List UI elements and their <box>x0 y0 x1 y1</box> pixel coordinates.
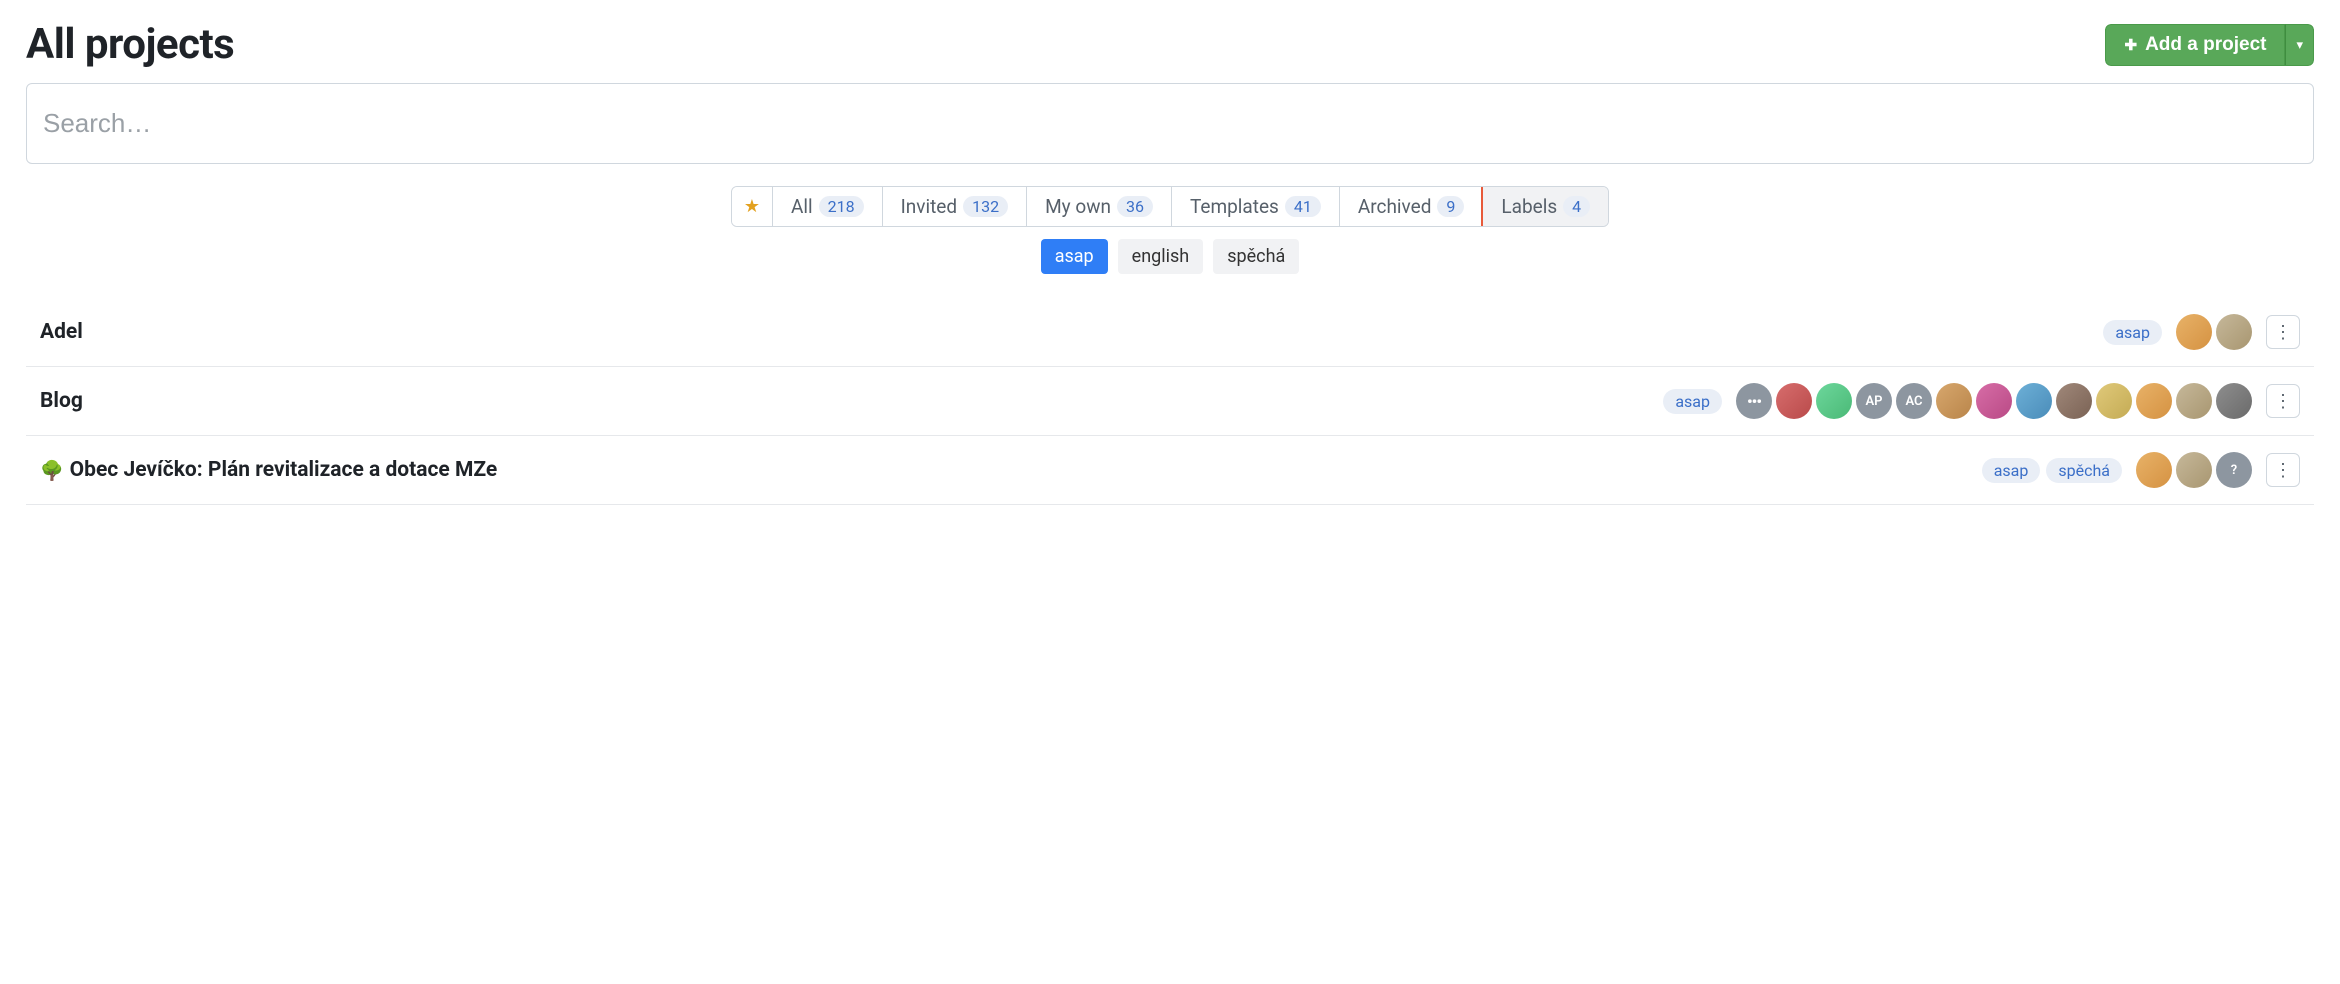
add-project-button[interactable]: Add a project <box>2105 24 2285 66</box>
label-pill-asap[interactable]: asap <box>1041 239 1108 274</box>
avatar[interactable] <box>2096 383 2132 419</box>
plus-icon <box>2124 34 2137 56</box>
avatars: ? <box>2136 452 2252 488</box>
avatars: ••• APAC <box>1736 383 2252 419</box>
project-menu-button[interactable]: ⋮ <box>2266 384 2300 418</box>
filter-tab-label: All <box>791 195 813 218</box>
filter-tab-archived[interactable]: Archived9 <box>1340 187 1484 226</box>
filter-tab-count: 36 <box>1117 196 1153 217</box>
avatar[interactable] <box>2176 383 2212 419</box>
filter-row: ★ All 218 Invited132 My own 36 Templates 41 Arch… <box>26 186 2314 227</box>
filter-tab-labels[interactable]: Labels 4 <box>1483 187 1608 226</box>
filter-tab-label: Templates <box>1190 195 1279 218</box>
filter-tab-count: 218 <box>819 196 864 217</box>
add-project-dropdown[interactable] <box>2285 24 2314 66</box>
filter-tab-label: Archived <box>1358 195 1432 218</box>
add-project-label: Add a project <box>2145 34 2266 56</box>
project-list: Adel asap ⋮ Blog asap ••• APAC ⋮ 🌳 Obec Jevíčko: … <box>26 298 2314 505</box>
project-label[interactable]: asap <box>1663 389 1722 414</box>
project-label[interactable]: asap <box>1982 458 2041 483</box>
search-container <box>26 83 2314 164</box>
filter-tab-all[interactable]: All 218 <box>773 187 883 226</box>
avatar[interactable] <box>2176 452 2212 488</box>
project-row[interactable]: 🌳 Obec Jevíčko: Plán revitalizace a dotac… <box>26 436 2314 505</box>
project-name-text: Adel <box>40 320 83 344</box>
project-right: asapspěchá? ⋮ <box>1982 452 2300 488</box>
label-pill-english[interactable]: english <box>1118 239 1204 274</box>
avatar[interactable] <box>1936 383 1972 419</box>
project-right: asap ⋮ <box>2103 314 2300 350</box>
filter-tab-count: 9 <box>1437 196 1464 217</box>
filter-tab-star[interactable]: ★ <box>732 187 773 226</box>
avatar[interactable]: AC <box>1896 383 1932 419</box>
filter-tabs: ★ All 218 Invited132 My own 36 Templates 41 Arch… <box>731 186 1609 227</box>
add-project-group: Add a project <box>2105 24 2314 66</box>
filter-tab-count: 132 <box>963 196 1008 217</box>
project-label[interactable]: asap <box>2103 320 2162 345</box>
filter-tab-templates[interactable]: Templates 41 <box>1172 187 1340 226</box>
filter-tab-count: 4 <box>1563 196 1590 217</box>
avatar[interactable] <box>1976 383 2012 419</box>
avatar[interactable] <box>1816 383 1852 419</box>
filter-tab-label: My own <box>1045 195 1111 218</box>
star-icon: ★ <box>744 196 760 217</box>
search-input[interactable] <box>27 84 2313 163</box>
filter-tab-label: Labels <box>1501 195 1557 218</box>
avatar[interactable] <box>2216 383 2252 419</box>
project-right: asap ••• APAC ⋮ <box>1663 383 2300 419</box>
project-menu-button[interactable]: ⋮ <box>2266 453 2300 487</box>
label-pills-row: asap english spěchá <box>26 239 2314 274</box>
page-title: All projects <box>26 20 234 69</box>
filter-tab-label: Invited <box>901 195 958 218</box>
avatar[interactable] <box>2136 383 2172 419</box>
avatars <box>2176 314 2252 350</box>
filter-tab-count: 41 <box>1285 196 1321 217</box>
avatar[interactable] <box>2016 383 2052 419</box>
avatar[interactable] <box>2136 452 2172 488</box>
avatar[interactable] <box>2056 383 2092 419</box>
avatar[interactable]: ? <box>2216 452 2252 488</box>
avatar[interactable]: AP <box>1856 383 1892 419</box>
filter-tab-myown[interactable]: My own 36 <box>1027 187 1172 226</box>
project-emoji-icon: 🌳 <box>40 459 64 482</box>
project-labels: asap <box>1663 389 1722 414</box>
project-name: Adel <box>40 320 83 344</box>
project-name-text: Obec Jevíčko: Plán revitalizace a dotace… <box>70 458 498 482</box>
avatar[interactable] <box>2176 314 2212 350</box>
project-labels: asap <box>2103 320 2162 345</box>
label-pill-spěchá[interactable]: spěchá <box>1213 239 1299 274</box>
filter-tab-invited[interactable]: Invited132 <box>883 187 1027 226</box>
caret-down-icon <box>2296 37 2303 53</box>
avatar-more-icon[interactable]: ••• <box>1736 383 1772 419</box>
project-name-text: Blog <box>40 389 83 413</box>
project-name: 🌳 Obec Jevíčko: Plán revitalizace a dotac… <box>40 458 497 482</box>
project-row[interactable]: Blog asap ••• APAC ⋮ <box>26 367 2314 436</box>
avatar[interactable] <box>2216 314 2252 350</box>
project-row[interactable]: Adel asap ⋮ <box>26 298 2314 367</box>
project-labels: asapspěchá <box>1982 458 2122 483</box>
project-menu-button[interactable]: ⋮ <box>2266 315 2300 349</box>
project-label[interactable]: spěchá <box>2046 458 2122 483</box>
project-name: Blog <box>40 389 83 413</box>
avatar[interactable] <box>1776 383 1812 419</box>
